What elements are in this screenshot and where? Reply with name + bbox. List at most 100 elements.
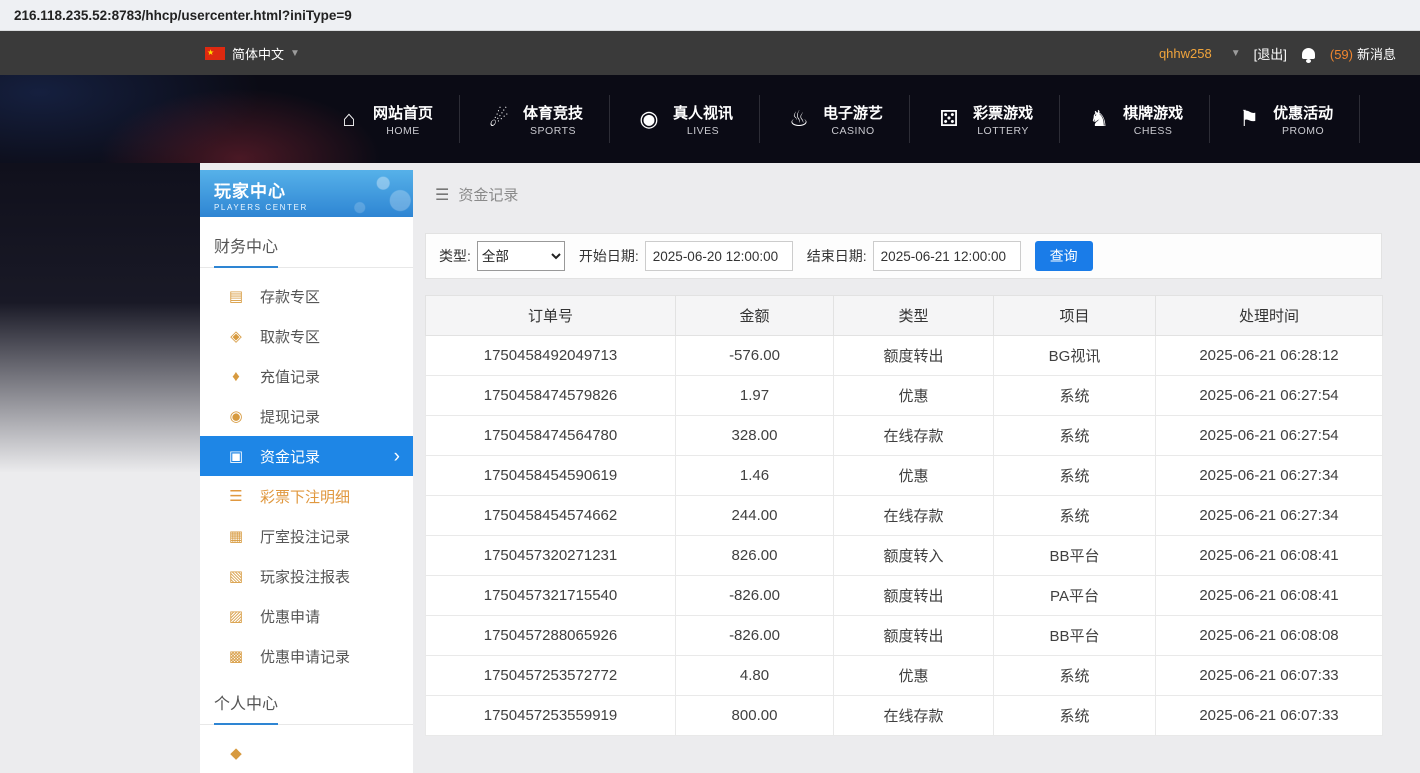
table-cell: 2025-06-21 06:27:54 xyxy=(1156,376,1383,416)
main-nav: ⌂ 网站首页HOME ☄体育竞技SPORTS ◉ 真人视讯LIVES ♨电子游艺CASIN… xyxy=(0,75,1420,163)
nav-item-label: 彩票游戏LOTTERY xyxy=(973,102,1033,137)
table-cell: 2025-06-21 06:27:34 xyxy=(1156,456,1383,496)
end-date-label: 结束日期: xyxy=(807,246,867,266)
filter-bar: 类型: 全部 开始日期: 结束日期: 查询 xyxy=(425,233,1382,279)
table-cell: 244.00 xyxy=(676,496,834,536)
logout-button[interactable]: [退出] xyxy=(1254,44,1287,63)
table-cell: BB平台 xyxy=(994,616,1156,656)
table-cell: BB平台 xyxy=(994,536,1156,576)
table-cell: 在线存款 xyxy=(834,496,994,536)
sidebar-item-lottery-bet-details[interactable]: ☰彩票下注明细 xyxy=(200,476,413,516)
username[interactable]: qhhw258 xyxy=(1159,46,1212,61)
message-label: 新消息 xyxy=(1357,47,1396,62)
home-icon: ⌂ xyxy=(336,106,362,132)
sidebar-item-recharge-records[interactable]: ♦充值记录 xyxy=(200,356,413,396)
sidebar-item-partial[interactable]: ◆ xyxy=(200,733,413,773)
browser-address-bar[interactable]: 216.118.235.52:8783/hhcp/usercenter.html… xyxy=(0,0,1420,31)
notification-bell-icon[interactable] xyxy=(1302,48,1315,59)
nav-item-lottery[interactable]: ⚄ 彩票游戏LOTTERY xyxy=(910,95,1060,143)
url-text[interactable]: 216.118.235.52:8783/hhcp/usercenter.html… xyxy=(14,8,352,23)
chevron-right-icon: › xyxy=(394,447,400,466)
gift-icon: ⚑ xyxy=(1236,106,1262,132)
table-cell: 在线存款 xyxy=(834,696,994,736)
sidebar-item-withdraw-zone[interactable]: ◈取款专区 xyxy=(200,316,413,356)
sidebar-header: 玩家中心 PLAYERS CENTER xyxy=(200,170,413,217)
nav-item-lives[interactable]: ◉ 真人视讯LIVES xyxy=(610,95,760,143)
end-date-input[interactable] xyxy=(873,241,1021,271)
nav-item-home[interactable]: ⌂ 网站首页HOME xyxy=(310,95,460,143)
search-button[interactable]: 查询 xyxy=(1035,241,1093,271)
sidebar-item-label: 彩票下注明细 xyxy=(260,486,350,507)
table-cell: 1750458492049713 xyxy=(426,336,676,376)
table-cell: 额度转出 xyxy=(834,576,994,616)
sidebar-section-title: 财务中心 xyxy=(200,219,413,268)
table-cell: 826.00 xyxy=(676,536,834,576)
table-cell: 2025-06-21 06:27:54 xyxy=(1156,416,1383,456)
table-cell: 1750458454574662 xyxy=(426,496,676,536)
table-cell: 1750458454590619 xyxy=(426,456,676,496)
table-cell: 额度转入 xyxy=(834,536,994,576)
menu-item-icon: ◆ xyxy=(227,744,245,762)
table-cell: BG视讯 xyxy=(994,336,1156,376)
nav-item-casino[interactable]: ♨电子游艺CASINO xyxy=(760,95,910,143)
withdraw-hand-icon: ◈ xyxy=(227,327,245,345)
live-video-icon: ◉ xyxy=(636,106,662,132)
sidebar-item-funds-records[interactable]: ▣ 资金记录 › xyxy=(200,436,413,476)
table-cell: 2025-06-21 06:08:08 xyxy=(1156,616,1383,656)
table-cell: 4.80 xyxy=(676,656,834,696)
table-cell: 2025-06-21 06:27:34 xyxy=(1156,496,1383,536)
table-row: 17504584545906191.46优惠系统2025-06-21 06:27… xyxy=(426,456,1383,496)
table-cell: 1750458474564780 xyxy=(426,416,676,456)
hamburger-icon: ☰ xyxy=(435,185,449,205)
column-header: 金额 xyxy=(676,296,834,336)
promo-list-icon: ▩ xyxy=(227,647,245,665)
sidebar-item-deposit-zone[interactable]: ▤存款专区 xyxy=(200,276,413,316)
nav-item-promo[interactable]: ⚑ 优惠活动PROMO xyxy=(1210,95,1360,143)
sidebar-item-withdrawal-records[interactable]: ◉提现记录 xyxy=(200,396,413,436)
nav-item-label: 真人视讯LIVES xyxy=(673,102,733,137)
new-messages-link[interactable]: (59)新消息 xyxy=(1330,44,1396,63)
table-cell: 1750457321715540 xyxy=(426,576,676,616)
money-bag-icon: ▣ xyxy=(227,447,245,465)
sidebar-item-promo-apply[interactable]: ▨优惠申请 xyxy=(200,596,413,636)
nav-item-label: 棋牌游戏CHESS xyxy=(1123,102,1183,137)
table-cell: 优惠 xyxy=(834,376,994,416)
table-cell: 1750457253572772 xyxy=(426,656,676,696)
table-cell: 优惠 xyxy=(834,656,994,696)
table-cell: 1750458474579826 xyxy=(426,376,676,416)
nav-item-label: 优惠活动PROMO xyxy=(1273,102,1333,137)
nav-item-chess[interactable]: ♞棋牌游戏CHESS xyxy=(1060,95,1210,143)
sidebar-item-promo-apply-records[interactable]: ▩ 优惠申请记录 xyxy=(200,636,413,676)
table-cell: 系统 xyxy=(994,416,1156,456)
table-cell: -826.00 xyxy=(676,576,834,616)
chevron-down-icon: ▼ xyxy=(290,48,300,59)
column-header: 类型 xyxy=(834,296,994,336)
type-select[interactable]: 全部 xyxy=(477,241,565,271)
sidebar-menu: 财务中心 ▤存款专区◈取款专区♦充值记录◉提现记录 ▣ 资金记录 › ☰彩票下注明细▦厅室… xyxy=(200,217,413,773)
sidebar-item-player-bet-report[interactable]: ▧玩家投注报表 xyxy=(200,556,413,596)
table-row: 1750458492049713-576.00额度转出BG视讯2025-06-2… xyxy=(426,336,1383,376)
table-header-row: 订单号金额类型项目处理时间 xyxy=(426,296,1383,336)
sidebar-item-label: 优惠申请记录 xyxy=(260,646,350,667)
table-row: 17504584745798261.97优惠系统2025-06-21 06:27… xyxy=(426,376,1383,416)
table-body: 1750458492049713-576.00额度转出BG视讯2025-06-2… xyxy=(426,336,1383,736)
lottery-icon: ⚄ xyxy=(936,106,962,132)
nav-item-sports[interactable]: ☄体育竞技SPORTS xyxy=(460,95,610,143)
language-selector[interactable]: 简体中文 ▼ xyxy=(205,44,300,63)
table-cell: 系统 xyxy=(994,456,1156,496)
table-row: 1750457288065926-826.00额度转出BB平台2025-06-2… xyxy=(426,616,1383,656)
table-cell: 2025-06-21 06:28:12 xyxy=(1156,336,1383,376)
sidebar-subtitle: PLAYERS CENTER xyxy=(214,203,413,212)
column-header: 订单号 xyxy=(426,296,676,336)
sidebar-item-hall-bet-records[interactable]: ▦厅室投注记录 xyxy=(200,516,413,556)
table-cell: 额度转出 xyxy=(834,616,994,656)
sidebar-item-label: 资金记录 xyxy=(260,446,320,467)
table-cell: 800.00 xyxy=(676,696,834,736)
nav-item-label: 网站首页HOME xyxy=(373,102,433,137)
start-date-label: 开始日期: xyxy=(579,246,639,266)
content-area: ☰ 资金记录 类型: 全部 开始日期: 结束日期: 查询 订单号金额类型项目处理… xyxy=(425,170,1382,773)
start-date-input[interactable] xyxy=(645,241,793,271)
table-cell: 1750457320271231 xyxy=(426,536,676,576)
chevron-down-icon[interactable]: ▼ xyxy=(1231,48,1241,59)
report-icon: ▧ xyxy=(227,567,245,585)
